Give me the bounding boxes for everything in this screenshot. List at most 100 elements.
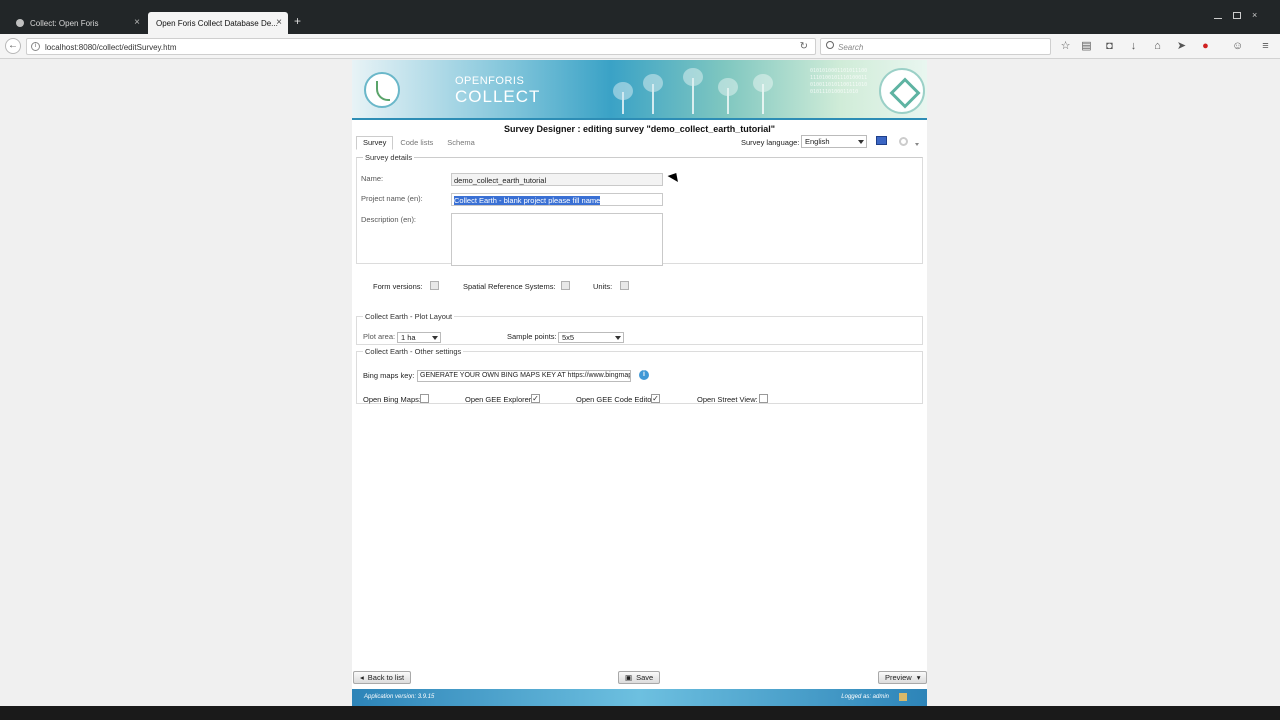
bing-key-input[interactable]: GENERATE YOUR OWN BING MAPS KEY AT https… <box>417 370 631 382</box>
collect-logo-icon <box>879 68 925 114</box>
plot-layout-section: Collect Earth - Plot Layout Plot area: 1… <box>356 312 923 345</box>
bing-key-label: Bing maps key: <box>363 371 415 380</box>
new-tab-button[interactable]: + <box>294 14 301 28</box>
address-bar[interactable]: i localhost:8080/collect/editSurvey.htm … <box>26 38 816 55</box>
form-versions-label: Form versions: <box>373 282 423 291</box>
chat-icon[interactable]: ☺ <box>1232 41 1243 52</box>
back-to-list-button[interactable]: ◂ Back to list <box>353 671 412 684</box>
open-bing-label: Open Bing Maps: <box>363 395 421 404</box>
open-bing-checkbox[interactable] <box>420 394 429 403</box>
save-button[interactable]: ▣ Save <box>618 671 661 684</box>
chevron-down-icon[interactable] <box>915 143 919 146</box>
tree-icon <box>718 78 738 114</box>
survey-extras-row: Form versions: Spatial Reference Systems… <box>352 281 927 296</box>
browser-tab-bar: Collect: Open Foris × Open Foris Collect… <box>0 0 1280 34</box>
adblock-icon[interactable]: ● <box>1200 41 1211 52</box>
close-icon[interactable]: × <box>276 17 282 28</box>
minimize-icon[interactable] <box>1214 12 1222 19</box>
plot-area-select[interactable]: 1 ha <box>397 332 441 343</box>
bookmark-star-icon[interactable]: ☆ <box>1060 41 1071 52</box>
designer-tabs: Survey Code lists Schema <box>356 136 482 150</box>
plot-area-value: 1 ha <box>401 333 416 342</box>
sample-points-value: 5x5 <box>562 333 575 342</box>
survey-language-label: Survey language: <box>741 138 800 147</box>
tree-icon <box>643 74 663 114</box>
project-name-value: Collect Earth - blank project please fil… <box>454 196 601 205</box>
close-icon[interactable]: × <box>134 17 140 28</box>
reading-list-icon[interactable]: ▤ <box>1081 41 1092 52</box>
srs-label: Spatial Reference Systems: <box>463 282 556 291</box>
open-street-view-checkbox[interactable] <box>759 394 768 403</box>
banner: OPENFORIS COLLECT 0101010001101011100111… <box>352 60 927 120</box>
tree-icon <box>613 82 633 114</box>
menu-icon[interactable]: ≡ <box>1260 41 1271 52</box>
other-settings-legend: Collect Earth - Other settings <box>365 347 462 356</box>
download-icon[interactable]: ↓ <box>1128 41 1139 52</box>
project-name-input[interactable]: Collect Earth - blank project please fil… <box>451 193 663 206</box>
tree-icon <box>683 68 703 114</box>
tab-code-lists[interactable]: Code lists <box>393 136 440 150</box>
logout-icon[interactable] <box>899 693 907 701</box>
open-gee-code-checkbox[interactable]: ✓ <box>651 394 660 403</box>
arrow-left-icon: ◂ <box>360 673 364 682</box>
gear-icon[interactable] <box>899 137 908 146</box>
preview-label: Preview <box>885 673 912 682</box>
send-icon[interactable]: ➤ <box>1176 41 1187 52</box>
chevron-down-icon <box>432 336 438 340</box>
tab-schema[interactable]: Schema <box>440 136 482 150</box>
search-icon <box>826 41 834 49</box>
survey-language-select[interactable]: English <box>801 135 867 148</box>
browser-tab-label: Open Foris Collect Database De... <box>156 18 278 28</box>
brand-top: OPENFORIS <box>455 75 525 87</box>
open-gee-explorer-checkbox[interactable]: ✓ <box>531 394 540 403</box>
app-page: OPENFORIS COLLECT 0101010001101011100111… <box>352 60 928 706</box>
back-button[interactable]: ← <box>5 38 21 54</box>
pocket-icon[interactable]: ◘ <box>1104 41 1115 52</box>
edit-form-versions-icon[interactable] <box>430 281 439 290</box>
browser-tab-designer[interactable]: Open Foris Collect Database De... × <box>148 12 288 34</box>
open-gee-code-label: Open GEE Code Editor: <box>576 395 657 404</box>
chevron-down-icon: ▾ <box>916 673 921 682</box>
preview-button[interactable]: Preview ▾ <box>878 671 928 684</box>
app-version: Application version: 3.9.15 <box>364 694 435 700</box>
plot-area-label: Plot area: <box>363 332 396 341</box>
tab-survey[interactable]: Survey <box>356 136 394 150</box>
browser-tab-label: Collect: Open Foris <box>30 18 99 28</box>
tree-icon <box>753 74 773 114</box>
back-to-list-label: Back to list <box>367 673 405 682</box>
sample-points-select[interactable]: 5x5 <box>558 332 624 343</box>
name-input[interactable]: demo_collect_earth_tutorial <box>451 173 663 186</box>
open-street-view-label: Open Street View: <box>697 395 758 404</box>
app-footer: Application version: 3.9.15 Logged as: a… <box>352 689 927 706</box>
plot-layout-legend: Collect Earth - Plot Layout <box>365 312 453 321</box>
edit-units-icon[interactable] <box>620 281 629 290</box>
bottom-action-bar: ◂ Back to list ▣ Save Preview ▾ <box>352 671 928 685</box>
info-icon[interactable]: i <box>31 42 40 51</box>
open-gee-explorer-label: Open GEE Explorer: <box>465 395 534 404</box>
maximize-icon[interactable] <box>1233 12 1241 19</box>
floppy-icon: ▣ <box>625 673 633 682</box>
close-window-icon[interactable]: × <box>1252 11 1260 20</box>
browser-search-input[interactable]: Search <box>820 38 1051 55</box>
description-label: Description (en): <box>361 215 417 224</box>
browser-nav-bar: ← i localhost:8080/collect/editSurvey.ht… <box>0 34 1280 59</box>
logged-user: Logged as: admin <box>841 694 889 700</box>
browser-tab-collect[interactable]: Collect: Open Foris × <box>8 12 146 34</box>
chevron-down-icon <box>858 140 864 144</box>
description-textarea[interactable] <box>451 213 663 266</box>
survey-language-value: English <box>805 137 830 146</box>
binary-pattern: 0101010001101011100111010010111010001101… <box>810 68 868 95</box>
edit-srs-icon[interactable] <box>561 281 570 290</box>
sample-points-label: Sample points: <box>507 332 557 341</box>
other-settings-section: Collect Earth - Other settings Bing maps… <box>356 347 923 404</box>
page-icon <box>16 19 24 27</box>
language-flag-icon[interactable] <box>876 136 887 145</box>
chevron-down-icon <box>615 336 621 340</box>
home-icon[interactable]: ⌂ <box>1152 41 1163 52</box>
page-title: Survey Designer : editing survey "demo_c… <box>503 124 776 134</box>
search-placeholder: Search <box>838 43 864 52</box>
info-icon[interactable]: i <box>639 370 649 380</box>
name-label: Name: <box>361 174 384 183</box>
url-text[interactable]: localhost:8080/collect/editSurvey.htm <box>45 43 176 52</box>
reload-icon[interactable]: ↻ <box>800 41 808 52</box>
